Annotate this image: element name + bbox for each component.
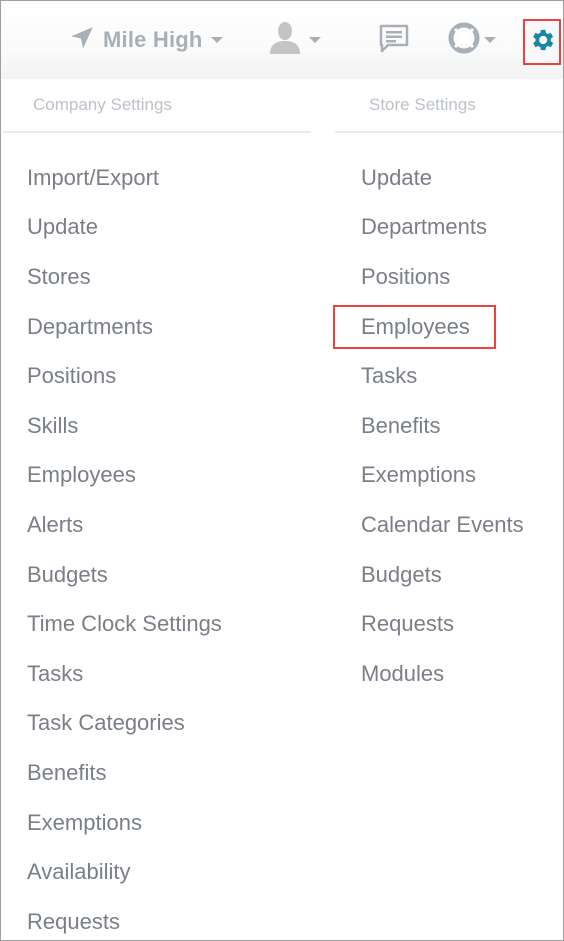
company-item-budgets[interactable]: Budgets <box>3 550 311 600</box>
store-settings-list: Update Departments Positions Employees Tasks… <box>333 133 563 699</box>
menu-item-label: Positions <box>27 363 117 389</box>
menu-item-label: Modules <box>361 660 445 686</box>
company-item-departments[interactable]: Departments <box>3 302 311 352</box>
menu-item-label: Budgets <box>27 561 108 587</box>
company-settings-column: Company Settings Import/Export Update Stor… <box>3 79 311 940</box>
company-item-skills[interactable]: Skills <box>3 401 311 451</box>
company-item-availability[interactable]: Availability <box>3 847 311 897</box>
company-item-requests[interactable]: Requests <box>3 897 311 940</box>
menu-item-label: Calendar Events <box>361 511 524 537</box>
company-item-employees[interactable]: Employees <box>3 451 311 501</box>
company-item-time-clock-settings[interactable]: Time Clock Settings <box>3 599 311 649</box>
menu-item-label: Budgets <box>361 561 442 587</box>
location-arrow-icon <box>69 25 95 56</box>
company-settings-list: Import/Export Update Stores Departments Posi… <box>3 133 311 940</box>
menu-item-label: Tasks <box>361 363 418 389</box>
user-avatar-icon <box>267 20 303 61</box>
store-item-positions[interactable]: Positions <box>335 252 563 302</box>
company-item-benefits[interactable]: Benefits <box>3 748 311 798</box>
message-icon <box>378 22 410 59</box>
store-name: Mile High <box>103 27 203 52</box>
lifebuoy-icon <box>448 22 480 59</box>
store-item-tasks[interactable]: Tasks <box>335 351 563 401</box>
menu-item-label: Employees <box>27 462 136 488</box>
menu-item-label: Time Clock Settings <box>27 611 222 637</box>
menu-item-label: Tasks <box>27 660 84 686</box>
menu-item-label: Update <box>27 214 98 240</box>
company-item-stores[interactable]: Stores <box>3 252 311 302</box>
menu-item-label: Availability <box>27 859 131 885</box>
menu-item-label: Positions <box>361 263 451 289</box>
menu-item-label: Requests <box>27 908 120 934</box>
menu-item-label: Import/Export <box>27 164 160 190</box>
settings-button[interactable] <box>523 19 561 65</box>
store-item-requests[interactable]: Requests <box>335 599 563 649</box>
help-menu[interactable] <box>448 21 496 59</box>
menu-item-label: Benefits <box>361 412 441 438</box>
company-item-update[interactable]: Update <box>3 203 311 253</box>
chevron-down-icon <box>309 37 321 43</box>
store-item-calendar-events[interactable]: Calendar Events <box>335 500 563 550</box>
store-item-employees[interactable]: Employees <box>333 302 563 352</box>
menu-item-label: Employees <box>333 304 496 349</box>
gear-icon <box>528 26 556 59</box>
menu-item-label: Departments <box>27 313 153 339</box>
store-item-departments[interactable]: Departments <box>335 203 563 253</box>
chevron-down-icon <box>484 37 496 43</box>
company-item-import-export[interactable]: Import/Export <box>3 153 311 203</box>
company-item-alerts[interactable]: Alerts <box>3 500 311 550</box>
messages-button[interactable] <box>378 21 410 59</box>
company-item-tasks[interactable]: Tasks <box>3 649 311 699</box>
settings-dropdown: Company Settings Import/Export Update Stor… <box>3 79 563 940</box>
menu-item-label: Requests <box>361 611 454 637</box>
store-item-modules[interactable]: Modules <box>335 649 563 699</box>
menu-item-label: Benefits <box>27 759 107 785</box>
menu-item-label: Alerts <box>27 511 84 537</box>
store-item-exemptions[interactable]: Exemptions <box>335 451 563 501</box>
user-menu[interactable] <box>267 21 321 59</box>
menu-item-label: Departments <box>361 214 487 240</box>
menu-item-label: Update <box>361 164 432 190</box>
menu-item-label: Exemptions <box>27 809 142 835</box>
store-item-benefits[interactable]: Benefits <box>335 401 563 451</box>
window-frame: Mile High Company Settings Import/Export… <box>0 0 564 941</box>
store-settings-column: Store Settings Update Departments Position… <box>333 79 563 699</box>
menu-item-label: Task Categories <box>27 710 185 736</box>
chevron-down-icon <box>210 37 223 43</box>
company-item-exemptions[interactable]: Exemptions <box>3 798 311 848</box>
menu-item-label: Stores <box>27 263 91 289</box>
menu-item-label: Exemptions <box>361 462 476 488</box>
company-item-positions[interactable]: Positions <box>3 351 311 401</box>
company-settings-header: Company Settings <box>3 79 311 133</box>
company-item-task-categories[interactable]: Task Categories <box>3 699 311 749</box>
store-item-budgets[interactable]: Budgets <box>335 550 563 600</box>
menu-item-label: Skills <box>27 412 79 438</box>
store-switcher[interactable]: Mile High <box>69 21 223 59</box>
top-navbar: Mile High <box>1 1 563 79</box>
store-item-update[interactable]: Update <box>335 153 563 203</box>
store-settings-header: Store Settings <box>335 79 563 133</box>
